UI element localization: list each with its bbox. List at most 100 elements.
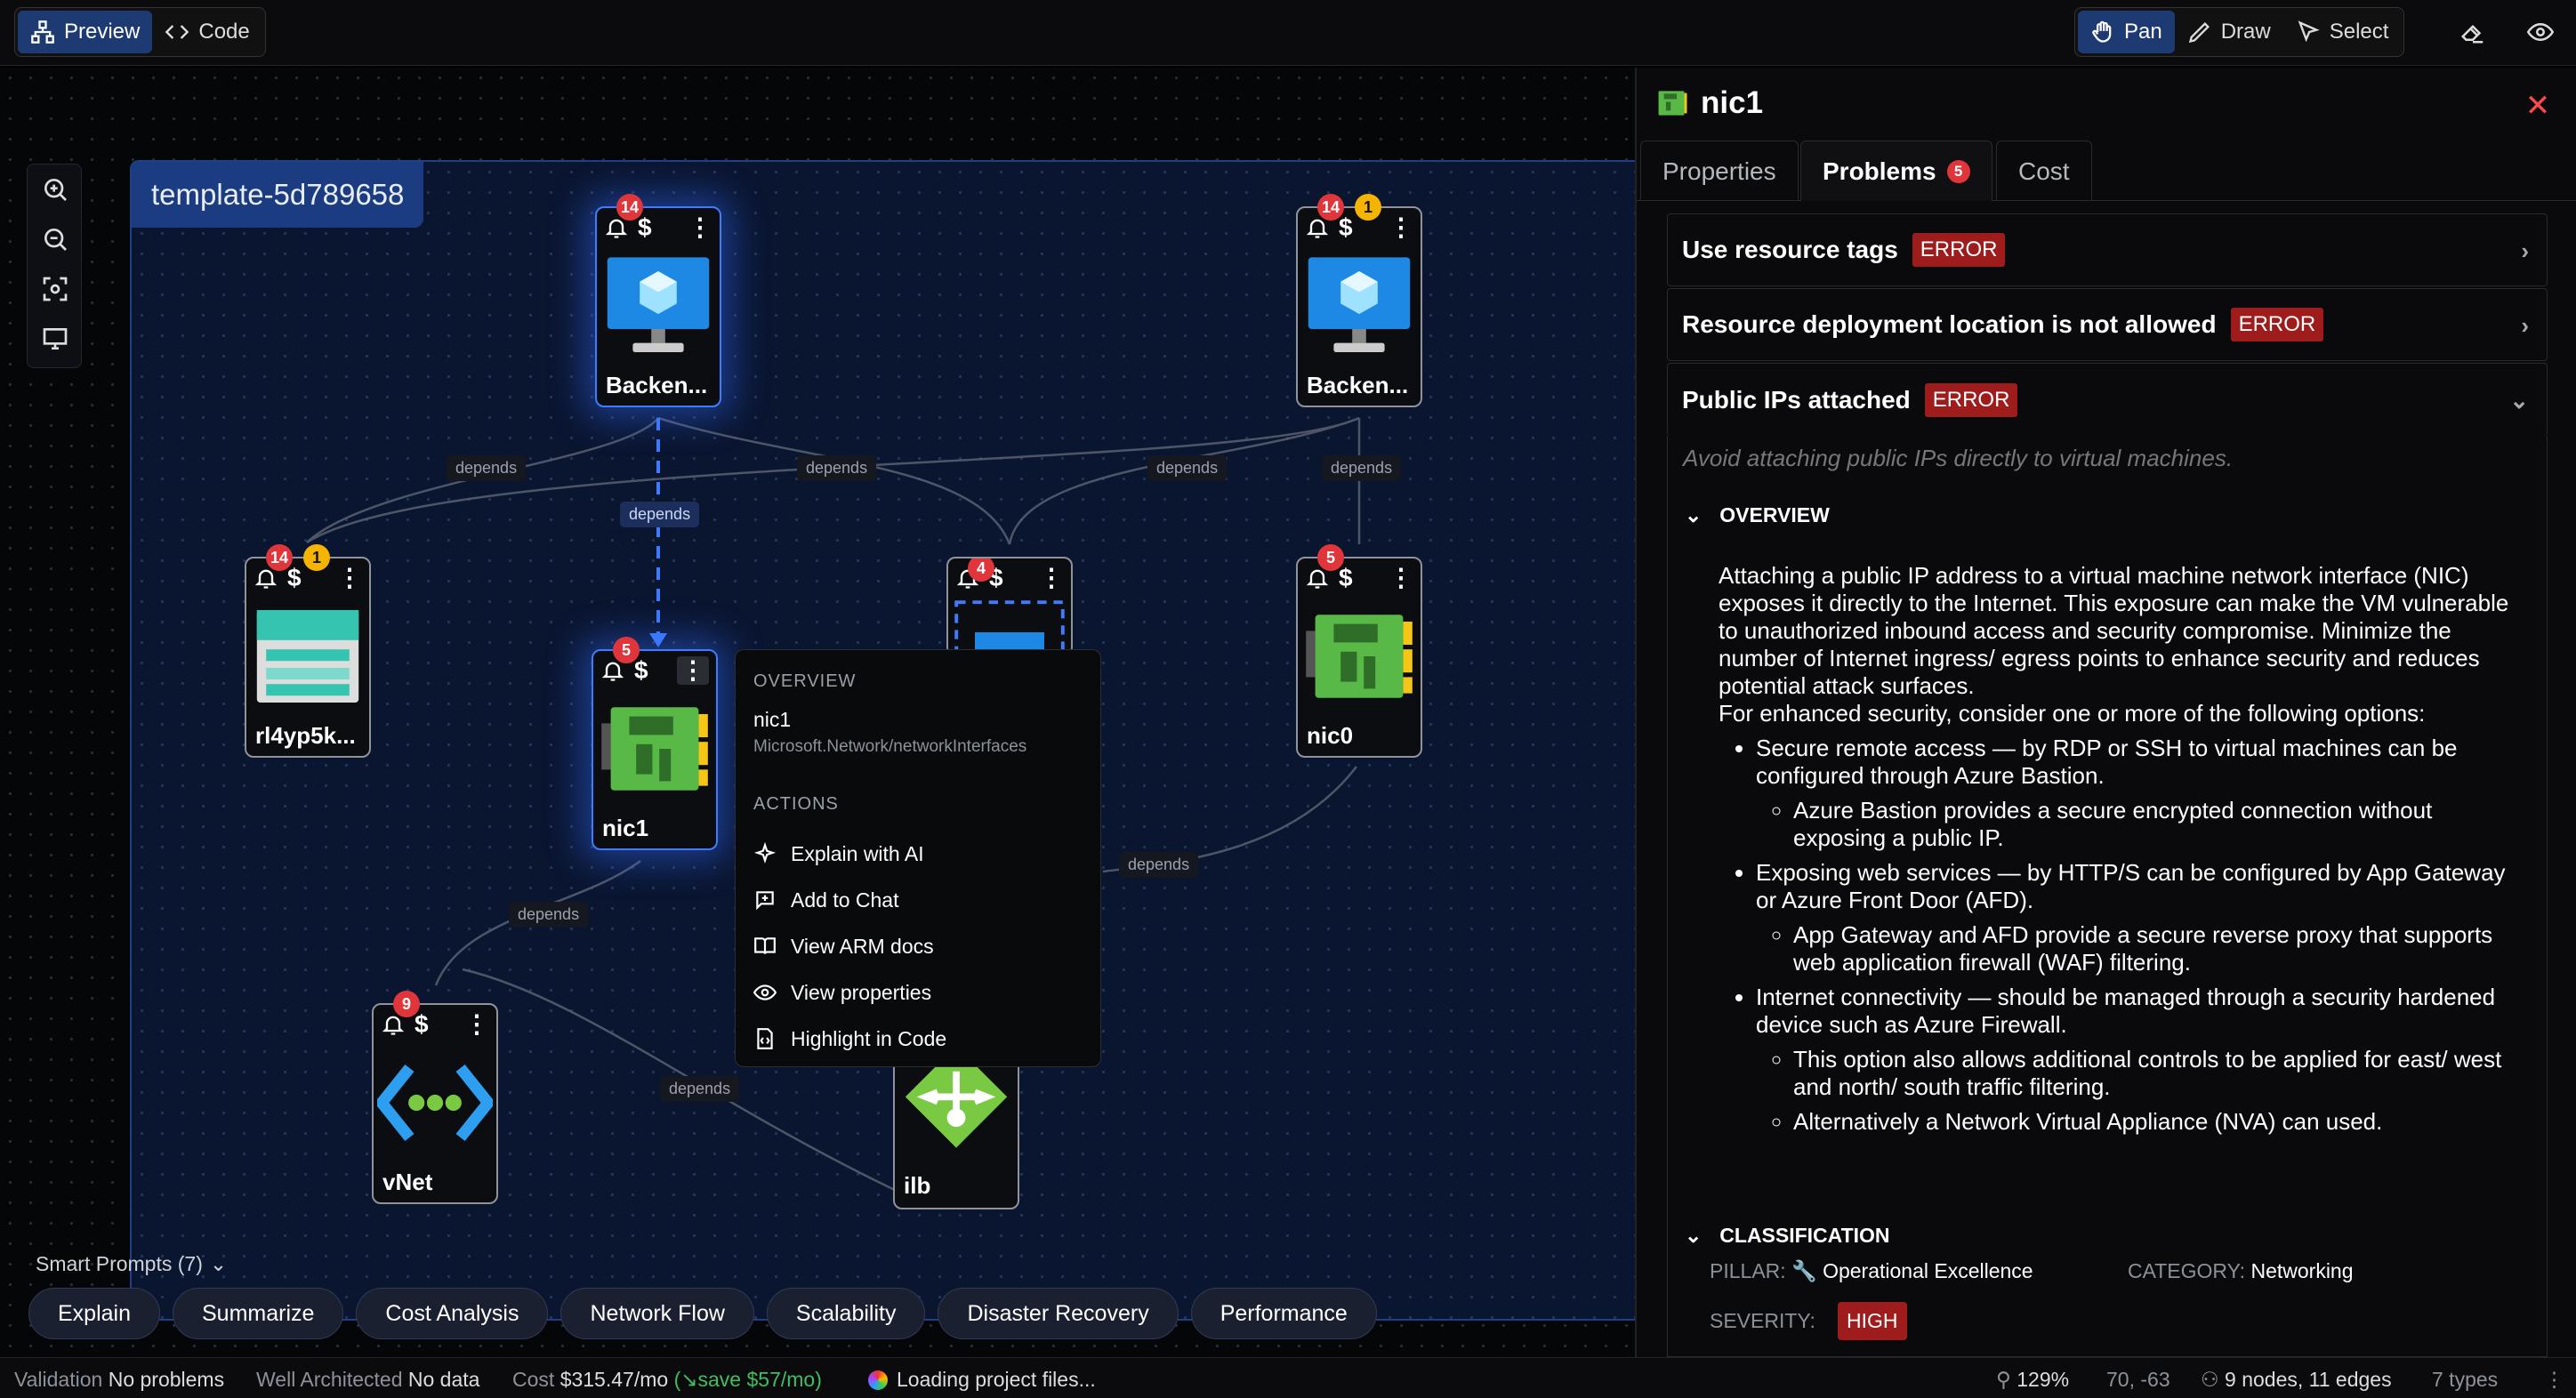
well-architected-status[interactable]: Well Architected No data [256,1368,479,1392]
cost-status[interactable]: Cost $315.47/mo (↘save $57/mo) [512,1368,822,1392]
select-tool-button[interactable]: Select [2283,11,2402,53]
visibility-button[interactable] [2517,9,2564,55]
node-vnet[interactable]: $ ⋮ vNet 9 [372,991,498,1204]
edge-line [1008,416,1360,545]
edge-label: depends [1147,455,1228,481]
prompt-chip-summarize[interactable]: Summarize [173,1288,344,1339]
category-field: CATEGORY: Networking [2128,1259,2354,1283]
draw-tool-button[interactable]: Draw [2175,11,2283,53]
edge-line [657,416,1011,545]
network-interface-icon [1658,91,1687,116]
validation-status[interactable]: Validation No problems [14,1368,224,1392]
node-name: nic0 [1307,721,1354,749]
prompt-chip-cost-analysis[interactable]: Cost Analysis [356,1288,549,1339]
dollar-icon: $ [634,656,648,684]
dollar-icon: $ [415,1010,429,1038]
overview-paragraph: Attaching a public IP address to a virtu… [1719,562,2509,699]
smart-prompt-chips: Explain Summarize Cost Analysis Network … [28,1288,1377,1339]
error-badge: ERROR [2230,308,2324,341]
node-subnet[interactable]: $ ⋮ 4 [946,557,1073,656]
type-count: 7 types [2432,1368,2499,1391]
problem-row-expanded[interactable]: Public IPs attached ERROR ⌄ [1667,363,2548,436]
hand-icon [2092,20,2112,43]
menu-item-label: Highlight in Code [791,1026,947,1050]
more-icon[interactable]: ⋮ [677,656,709,685]
validation-value: No problems [108,1368,225,1391]
classification-section-toggle[interactable]: ⌄ CLASSIFICATION [1685,1224,1890,1248]
add-to-chat-menu-item[interactable]: Add to Chat [753,877,1083,923]
tab-label: Properties [1662,157,1776,185]
alert-count-badge: 9 [393,991,420,1017]
node-backend-vm-2[interactable]: $ ⋮ Backen... 14 1 [1296,194,1422,407]
trend-down-icon: ↘ [680,1368,698,1391]
edge-label: depends [660,1076,740,1102]
problem-row[interactable]: Resource deployment location is not allo… [1667,288,2548,361]
node-backend-vm-1[interactable]: $ ⋮ Backen... 14 [595,194,721,407]
more-icon[interactable]: ⋮ [1389,215,1413,240]
graph-icon: ⚇ [2201,1368,2219,1391]
prompt-chip-scalability[interactable]: Scalability [766,1288,926,1339]
node-nic0[interactable]: $ ⋮ nic0 5 [1296,544,1422,758]
more-icon[interactable]: ⋮ [464,1012,489,1037]
eye-icon [753,984,777,1000]
close-panel-button[interactable]: ✕ [2516,84,2560,128]
loading-status: Loading project files... [868,1368,1096,1392]
context-resource-name: nic1 [753,708,792,731]
highlight-in-code-menu-item[interactable]: Highlight in Code [753,1016,1083,1062]
graph-value: 9 nodes, 11 edges [2225,1368,2392,1391]
eraser-icon [2460,24,2483,44]
node-name: vNet [382,1168,433,1195]
menu-item-label: View ARM docs [791,934,934,958]
prompt-chip-performance[interactable]: Performance [1190,1288,1377,1339]
problem-row[interactable]: Use resource tags ERROR › [1667,213,2548,286]
bullet-text: Exposing web services — by HTTP/S can be… [1756,859,2506,913]
book-icon [754,937,776,954]
menu-item-label: View properties [791,980,932,1004]
node-name: nic1 [602,814,649,841]
classification-heading: CLASSIFICATION [1719,1224,1890,1247]
node-storage-account[interactable]: $ ⋮ rl4yp5k... 14 1 [245,544,371,758]
node-name: rl4yp5k... [255,721,356,749]
edge-label: depends [797,455,877,481]
smart-prompts-toggle[interactable]: Smart Prompts (7) ⌄ [36,1252,227,1276]
more-icon[interactable]: ⋮ [2544,1368,2564,1392]
problem-title: Use resource tags [1682,236,1898,263]
eye-icon [2527,22,2554,42]
tab-problems[interactable]: Problems 5 [1800,141,1992,201]
prompt-chip-disaster-recovery[interactable]: Disaster Recovery [938,1288,1179,1339]
node-name: Backen... [606,371,708,398]
wa-label: Well Architected [256,1368,403,1391]
smart-prompts-label: Smart Prompts (7) [36,1252,203,1275]
edge-label: depends [1119,852,1199,878]
graph-stats: ⚇ 9 nodes, 11 edges [2201,1368,2392,1392]
prompt-chip-network-flow[interactable]: Network Flow [560,1288,754,1339]
chat-icon [756,891,774,911]
view-properties-menu-item[interactable]: View properties [753,969,1083,1016]
bullet-text: Secure remote access — by RDP or SSH to … [1756,735,2458,789]
prompt-chip-explain[interactable]: Explain [28,1288,160,1339]
eraser-button[interactable] [2450,9,2496,55]
pan-tool-button[interactable]: Pan [2078,11,2175,53]
pan-label: Pan [2124,20,2162,44]
node-nic1[interactable]: $ ⋮ nic1 5 [592,637,718,850]
view-arm-docs-menu-item[interactable]: View ARM docs [753,923,1083,969]
bullet-text: Internet connectivity — should be manage… [1756,984,2496,1038]
tab-properties[interactable]: Properties [1640,141,1799,201]
node-context-menu: OVERVIEW nic1 Microsoft.Network/networkI… [735,649,1101,1067]
details-panel: nic1 ✕ Properties Problems 5 Cost Use res… [1635,68,2576,1357]
more-icon[interactable]: ⋮ [688,215,712,240]
chevron-down-icon: ⌄ [209,1252,228,1275]
edge-label: depends [509,902,589,928]
save-value: save $57/mo) [697,1368,822,1391]
overview-section-toggle[interactable]: ⌄ OVERVIEW [1685,503,1830,527]
cursor-icon [2298,20,2320,43]
more-icon[interactable]: ⋮ [1389,566,1413,591]
more-icon[interactable]: ⋮ [1039,566,1064,591]
more-icon[interactable]: ⋮ [337,566,362,591]
explain-with-ai-menu-item[interactable]: Explain with AI [753,831,1083,877]
selected-edge-arrow [649,633,667,647]
zoom-level[interactable]: ⚲ 129% [1996,1368,2069,1392]
alert-count-badge: 5 [613,637,640,663]
tab-cost[interactable]: Cost [1996,141,2092,201]
alert-count-badge: 14 [266,544,293,571]
